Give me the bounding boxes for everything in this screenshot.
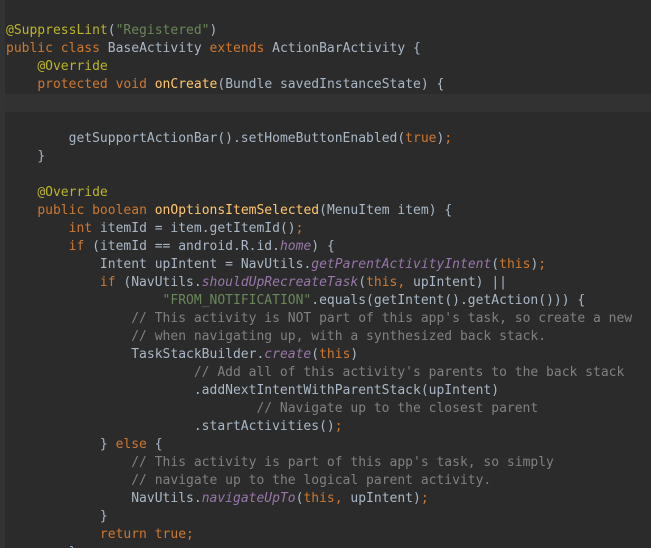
code-line: if (NavUtils.shouldUpRecreateTask(this, … bbox=[6, 275, 507, 290]
code-line: public class BaseActivity extends Action… bbox=[6, 41, 421, 56]
code-line: @Override bbox=[6, 185, 108, 200]
code-line: // Navigate up to the closest parent bbox=[6, 401, 538, 416]
code-line: // This activity is part of this app's t… bbox=[6, 455, 554, 470]
code-line: // This activity is NOT part of this app… bbox=[6, 311, 632, 326]
code-line: @SuppressLint("Registered") bbox=[6, 23, 217, 38]
code-line: // when navigating up, with a synthesize… bbox=[6, 329, 546, 344]
code-line: } bbox=[6, 509, 108, 524]
code-line: int itemId = item.getItemId(); bbox=[6, 221, 303, 236]
code-line: public boolean onOptionsItemSelected(Men… bbox=[6, 203, 452, 218]
code-line: NavUtils.navigateUpTo(this, upIntent); bbox=[6, 491, 429, 506]
code-content: @SuppressLint("Registered") public class… bbox=[0, 4, 651, 548]
code-line: // Add all of this activity's parents to… bbox=[6, 365, 624, 380]
code-line: // navigate up to the logical parent act… bbox=[6, 473, 491, 488]
code-line bbox=[6, 113, 14, 128]
code-line: } else { bbox=[6, 437, 163, 452]
code-line: @Override bbox=[6, 59, 108, 74]
code-line: .startActivities(); bbox=[6, 419, 343, 434]
code-editor[interactable]: @SuppressLint("Registered") public class… bbox=[0, 0, 651, 548]
code-line: protected void onCreate(Bundle savedInst… bbox=[6, 77, 444, 92]
code-line: getSupportActionBar().setHomeButtonEnabl… bbox=[6, 131, 452, 146]
code-line: } bbox=[6, 149, 45, 164]
code-line: TaskStackBuilder.create(this) bbox=[6, 347, 358, 362]
code-line: if (itemId == android.R.id.home) { bbox=[6, 239, 335, 254]
code-line: return true; bbox=[6, 527, 194, 542]
code-line bbox=[6, 167, 14, 182]
code-line: Intent upIntent = NavUtils.getParentActi… bbox=[6, 257, 546, 272]
code-line: .addNextIntentWithParentStack(upIntent) bbox=[6, 383, 499, 398]
current-line-highlight bbox=[5, 94, 651, 112]
code-line: "FROM_NOTIFICATION".equals(getIntent().g… bbox=[6, 293, 585, 308]
gutter bbox=[0, 0, 5, 548]
